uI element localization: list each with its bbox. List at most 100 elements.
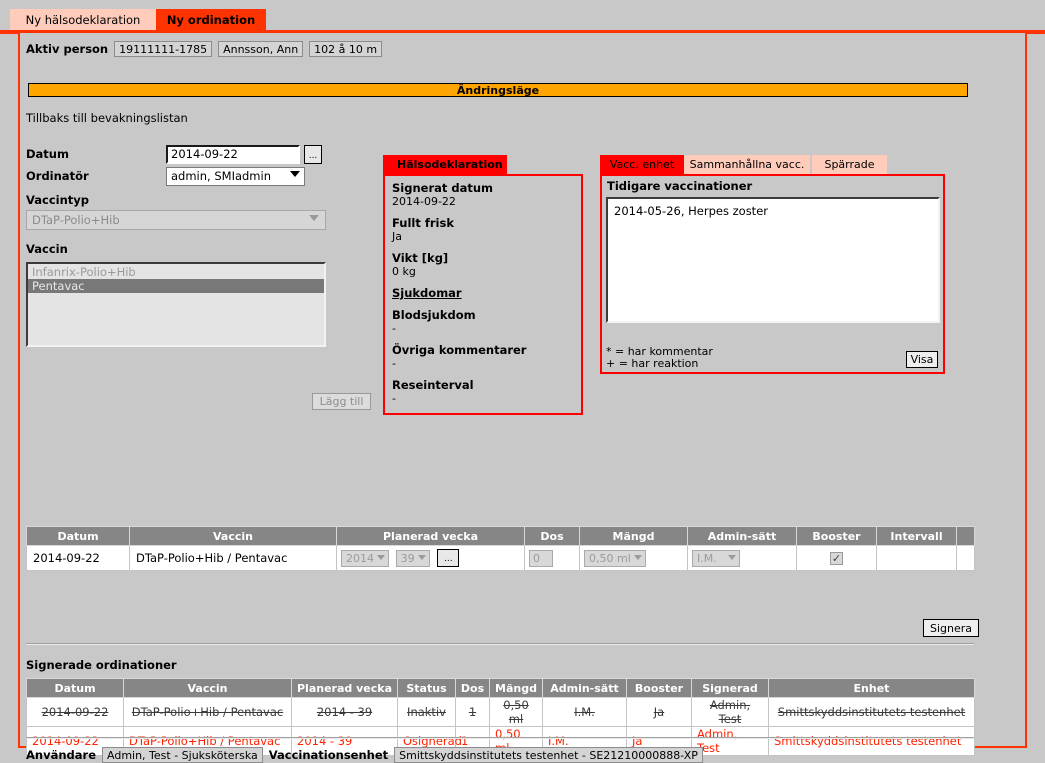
cell-enhet: Smittskyddsinstitutets testenhet xyxy=(768,726,975,756)
table-header-row: Datum Vaccin Planerad vecka Status Dos M… xyxy=(26,678,975,698)
chevron-down-icon xyxy=(633,554,642,560)
tab-sparrade[interactable]: Spärrade xyxy=(812,155,887,174)
unit-label: Vaccinationsenhet xyxy=(268,748,389,762)
chevron-down-icon xyxy=(417,554,426,560)
signera-button[interactable]: Signera xyxy=(923,619,979,637)
hd-field-label: Övriga kommentarer xyxy=(392,343,527,357)
col-planerad-vecka: Planerad vecka xyxy=(291,678,398,698)
tab-sammanhallna-vacc[interactable]: Sammanhållna vacc. xyxy=(684,155,810,174)
cell-planerad-vecka: 2014 - 39 xyxy=(291,697,398,727)
vaccintyp-block: Vaccintyp DTaP-Polio+Hib xyxy=(26,193,376,230)
vaccin-block: Vaccin Infanrix-Polio+Hib Pentavac xyxy=(26,242,376,347)
previous-vaccinations-title: Tidigare vaccinationer xyxy=(607,179,753,193)
datum-label: Datum xyxy=(26,147,69,161)
admin-satt-value: I.M. xyxy=(697,551,717,565)
chevron-down-icon xyxy=(377,554,385,560)
previous-vaccinations-listbox[interactable]: 2014-05-26, Herpes zoster xyxy=(606,197,940,323)
col-status: Status xyxy=(397,678,456,698)
hd-field-label: Reseinterval xyxy=(392,378,474,392)
list-item[interactable]: Infanrix-Polio+Hib xyxy=(28,265,324,279)
datum-picker-button[interactable]: ... xyxy=(304,144,322,164)
admin-satt-select[interactable]: I.M. xyxy=(692,549,740,567)
cell-admin-satt: I.M. xyxy=(542,697,627,727)
col-booster: Booster xyxy=(626,678,692,698)
datum-row: Datum ... xyxy=(26,143,376,165)
table-header-row: Datum Vaccin Planerad vecka Dos Mängd Ad… xyxy=(26,526,975,546)
page-panel: Aktiv person 19111111-1785 Annsson, Ann … xyxy=(18,33,1027,763)
signed-table-wrapper: Datum Vaccin Planerad vecka Status Dos M… xyxy=(26,678,975,756)
tab-label: Spärrade xyxy=(824,158,875,171)
ordinator-selected-value: admin, SMIadmin xyxy=(171,169,271,183)
list-item[interactable]: Pentavac xyxy=(28,279,324,293)
cell-vaccin: DTaP-Polio+Hib / Pentavac xyxy=(123,697,292,727)
mangd-select[interactable]: 0,50 ml xyxy=(584,549,646,567)
tab-ny-halsodeklaration[interactable]: Ny hälsodeklaration xyxy=(10,9,156,30)
vaccination-tabstrip: Vacc. enhet Sammanhållna vacc. Spärrade xyxy=(600,155,945,174)
col-enhet: Enhet xyxy=(768,678,975,698)
planerad-vecka-select[interactable]: 39 xyxy=(395,549,430,567)
col-datum: Datum xyxy=(26,526,130,546)
planerad-vecka-picker-button[interactable]: ... xyxy=(437,549,460,567)
col-intervall: Intervall xyxy=(876,526,957,546)
cell-signerad: Admin, Test xyxy=(691,697,769,727)
mangd-value: 0,50 ml xyxy=(589,551,631,565)
active-person-row: Aktiv person 19111111-1785 Annsson, Ann … xyxy=(26,41,383,57)
col-mangd: Mängd xyxy=(579,526,688,546)
hd-field-value: 0 kg xyxy=(392,265,416,278)
hd-field-label: Signerat datum xyxy=(392,181,494,195)
ordination-form: Datum ... Ordinatör admin, SMIadmin Vacc… xyxy=(26,143,376,347)
col-datum: Datum xyxy=(26,678,124,698)
tab-ny-ordination[interactable]: Ny ordination xyxy=(156,9,266,30)
col-vaccin: Vaccin xyxy=(123,678,292,698)
col-booster: Booster xyxy=(796,526,877,546)
cell-vaccin: DTaP-Polio+Hib / Pentavac xyxy=(129,545,337,571)
tab-vacc-enhet[interactable]: Vacc. enhet xyxy=(600,155,684,174)
tab-label: Sammanhållna vacc. xyxy=(689,158,805,171)
planerad-ar-value: 2014 xyxy=(346,551,374,565)
booster-checkbox[interactable]: ✓ xyxy=(830,552,843,565)
add-vaccin-button[interactable]: Lägg till xyxy=(312,393,371,410)
col-admin-satt: Admin-sätt xyxy=(542,678,627,698)
vaccintyp-selected-value: DTaP-Polio+Hib xyxy=(32,213,120,227)
planerad-vecka-value: 39 xyxy=(400,551,415,565)
cell-intervall xyxy=(876,545,957,571)
datum-input[interactable] xyxy=(166,144,300,164)
vaccintyp-select[interactable]: DTaP-Polio+Hib xyxy=(26,210,326,230)
cell-booster: ✓ xyxy=(796,545,877,571)
dos-input[interactable]: 0 xyxy=(529,549,553,567)
col-dos: Dos xyxy=(455,678,490,698)
active-person-label: Aktiv person xyxy=(26,42,109,56)
user-label: Användare xyxy=(26,748,96,762)
planerad-ar-select[interactable]: 2014 xyxy=(341,549,389,567)
ordinator-row: Ordinatör admin, SMIadmin xyxy=(26,165,376,187)
signed-ordinations-table: Datum Vaccin Planerad vecka Status Dos M… xyxy=(26,678,975,756)
chevron-down-icon xyxy=(309,215,319,221)
tab-label: Vacc. enhet xyxy=(609,158,675,171)
cell-datum: 2014-09-22 xyxy=(26,545,130,571)
list-item[interactable]: 2014-05-26, Herpes zoster xyxy=(614,204,932,218)
col-spacer xyxy=(956,526,975,546)
tab-label: Ny hälsodeklaration xyxy=(25,12,141,27)
ordinator-select[interactable]: admin, SMIadmin xyxy=(166,166,305,186)
vaccination-panel: Tidigare vaccinationer 2014-05-26, Herpe… xyxy=(600,174,945,374)
vaccin-label: Vaccin xyxy=(26,242,68,256)
tab-halsodeklaration[interactable]: Hälsodeklaration xyxy=(383,155,507,174)
halsodeklaration-panel: Signerat datum 2014-09-22 Fullt frisk Ja… xyxy=(383,174,583,415)
vaccin-listbox[interactable]: Infanrix-Polio+Hib Pentavac xyxy=(26,262,326,347)
table-row[interactable]: 2014-09-22 DTaP-Polio+Hib / Pentavac 201… xyxy=(26,697,975,727)
hd-field-value: Ja xyxy=(392,230,402,243)
cell-planerad-vecka: 2014 39 ... xyxy=(336,545,525,571)
col-mangd: Mängd xyxy=(489,678,543,698)
hd-field-value: 2014-09-22 xyxy=(392,195,456,208)
ordinator-label: Ordinatör xyxy=(26,169,89,183)
cell-booster: Ja xyxy=(626,697,692,727)
footer-divider xyxy=(26,737,974,739)
hd-field-label: Vikt [kg] xyxy=(392,251,449,265)
cell-mangd: 0,50 ml xyxy=(489,697,543,727)
person-age-field: 102 å 10 m xyxy=(309,41,383,57)
tab-label: Ny ordination xyxy=(166,12,256,27)
cell-datum: 2014-09-22 xyxy=(26,697,124,727)
vaccination-show-button[interactable]: Visa xyxy=(906,351,938,368)
cell-mangd: 0,50 ml xyxy=(579,545,688,571)
back-to-watchlist-link[interactable]: Tillbaks till bevakningslistan xyxy=(26,111,188,125)
